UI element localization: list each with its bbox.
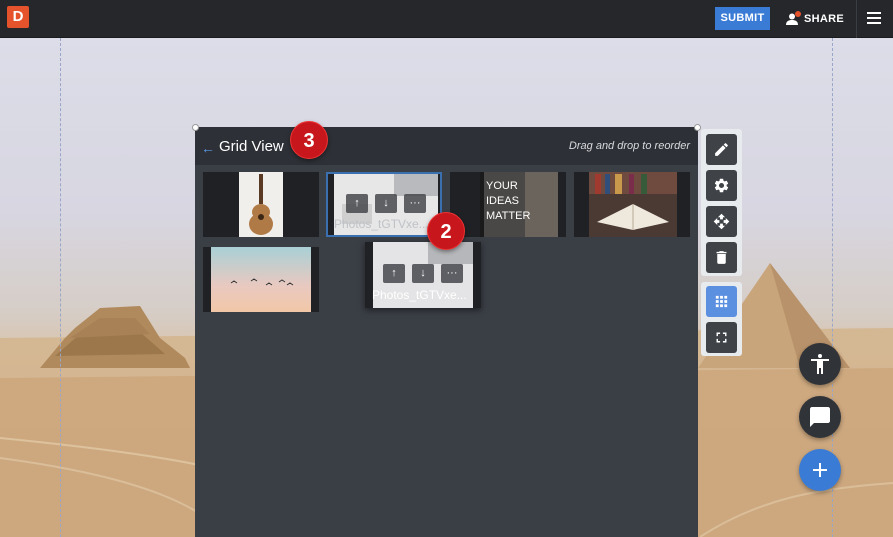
accessibility-button[interactable] (799, 343, 841, 385)
chat-bubble-icon (810, 407, 830, 427)
delete-button[interactable] (706, 242, 737, 273)
drag-move-down-button[interactable]: ↓ (412, 264, 434, 283)
ideas-line-2: IDEAS (486, 195, 519, 207)
move-button[interactable] (706, 206, 737, 237)
move-down-button[interactable]: ↓ (375, 194, 397, 213)
gallery-tile-birds[interactable] (203, 247, 319, 312)
share-label: SHARE (804, 12, 845, 25)
panel-header: ← Grid View Drag and drop to reorder (195, 127, 698, 165)
person-icon (786, 10, 801, 25)
share-button[interactable]: SHARE (786, 7, 844, 30)
fullscreen-button[interactable] (706, 322, 737, 353)
resize-handle-top-left[interactable] (192, 124, 199, 131)
notification-dot (795, 10, 801, 17)
top-bar: D SUBMIT SHARE (0, 0, 893, 38)
drag-tile-filename: Photos_tGTVxe... (372, 288, 467, 302)
tile-filename: Photos_tGTVxe... (334, 217, 429, 231)
plus-icon (813, 463, 827, 477)
ukulele-image (239, 172, 283, 237)
move-icon (713, 213, 730, 230)
hamburger-menu-icon[interactable] (867, 12, 881, 24)
settings-button[interactable] (706, 170, 737, 201)
gear-icon (714, 178, 729, 193)
resize-handle-top-right[interactable] (694, 124, 701, 131)
gallery-tile-ukulele[interactable] (203, 172, 319, 237)
more-options-button[interactable]: ··· (404, 194, 426, 213)
edit-toolbar (701, 129, 742, 276)
grid-icon (715, 295, 728, 308)
drag-more-options-button[interactable]: ··· (441, 264, 463, 283)
chat-button[interactable] (799, 396, 841, 438)
gallery-tile-books[interactable] (574, 172, 690, 237)
drag-tile-controls: ↑ ↓ ··· (383, 264, 463, 283)
books-image (589, 172, 677, 237)
dragging-tile[interactable]: ↑ ↓ ··· Photos_tGTVxe... (365, 242, 481, 308)
trash-icon (716, 251, 727, 264)
back-arrow-icon[interactable]: ← (201, 140, 215, 156)
submit-button[interactable]: SUBMIT (715, 7, 770, 30)
edit-button[interactable] (706, 134, 737, 165)
panel-title: Grid View (219, 138, 284, 155)
step-badge: 3 (290, 121, 328, 159)
ideas-line-1: YOUR (486, 180, 518, 192)
accessibility-icon (811, 354, 829, 374)
gallery-tile-selected[interactable]: ↑ ↓ ··· Photos_tGTVxe... (326, 172, 442, 237)
divider (856, 0, 857, 38)
ideas-matter-image: YOUR IDEAS MATTER (480, 172, 558, 237)
app-logo[interactable]: D (7, 6, 29, 28)
gallery-tile-ideas[interactable]: YOUR IDEAS MATTER (450, 172, 566, 237)
birds-sky-image (211, 247, 311, 312)
tile-controls: ↑ ↓ ··· (346, 194, 426, 213)
reorder-hint: Drag and drop to reorder (568, 140, 690, 152)
grid-view-button[interactable] (706, 286, 737, 317)
fullscreen-icon (716, 332, 727, 343)
add-button[interactable] (799, 449, 841, 491)
guide-line-left (60, 38, 61, 537)
move-up-button[interactable]: ↑ (346, 194, 368, 213)
step-badge: 2 (427, 212, 465, 250)
pencil-icon (715, 143, 728, 156)
view-toolbar (701, 282, 742, 356)
ideas-line-3: MATTER (486, 210, 530, 222)
drag-move-up-button[interactable]: ↑ (383, 264, 405, 283)
